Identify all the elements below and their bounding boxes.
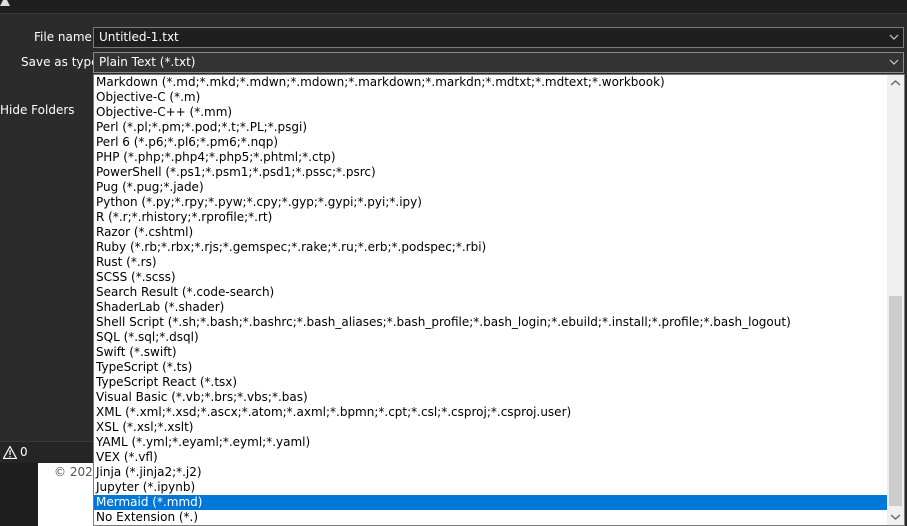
file-type-option[interactable]: SQL (*.sql;*.dsql) — [94, 330, 889, 345]
hide-folders-button[interactable]: Hide Folders — [0, 103, 75, 117]
file-type-option[interactable]: Markdown (*.md;*.mkd;*.mdwn;*.mdown;*.ma… — [94, 75, 889, 90]
file-type-option[interactable]: TypeScript React (*.tsx) — [94, 375, 889, 390]
status-bar: 0 — [0, 441, 93, 464]
file-type-option[interactable]: Shell Script (*.sh;*.bash;*.bashrc;*.bas… — [94, 315, 889, 330]
scroll-up-icon[interactable] — [887, 75, 904, 92]
file-type-option[interactable]: Razor (*.cshtml) — [94, 225, 889, 240]
file-type-option[interactable]: XSL (*.xsl;*.xslt) — [94, 420, 889, 435]
save-as-type-select[interactable]: Plain Text (*.txt) — [93, 52, 904, 73]
scrollbar-thumb[interactable] — [889, 296, 902, 506]
file-type-option[interactable]: Objective-C (*.m) — [94, 90, 889, 105]
file-type-option[interactable]: Swift (*.swift) — [94, 345, 889, 360]
file-type-option[interactable]: Python (*.py;*.rpy;*.pyw;*.cpy;*.gyp;*.g… — [94, 195, 889, 210]
file-type-option[interactable]: Ruby (*.rb;*.rbx;*.rjs;*.gemspec;*.rake;… — [94, 240, 889, 255]
warning-count[interactable]: 0 — [20, 445, 28, 459]
file-type-option[interactable]: Pug (*.pug;*.jade) — [94, 180, 889, 195]
file-type-option[interactable]: Jupyter (*.ipynb) — [94, 480, 889, 495]
file-name-label: File name: — [34, 30, 96, 44]
chevron-down-icon[interactable] — [887, 30, 901, 44]
file-type-dropdown-list[interactable]: Markdown (*.md;*.mkd;*.mdwn;*.mdown;*.ma… — [93, 74, 905, 526]
file-type-option[interactable]: Rust (*.rs) — [94, 255, 889, 270]
file-type-list: Markdown (*.md;*.mkd;*.mdwn;*.mdown;*.ma… — [94, 75, 889, 525]
file-type-option[interactable]: Search Result (*.code-search) — [94, 285, 889, 300]
file-type-option[interactable]: TypeScript (*.ts) — [94, 360, 889, 375]
file-type-option[interactable]: YAML (*.yml;*.eyaml;*.eyml;*.yaml) — [94, 435, 889, 450]
file-name-field[interactable]: Untitled-1.txt — [93, 27, 904, 48]
window-top-strip — [0, 0, 907, 14]
file-type-option[interactable]: ShaderLab (*.shader) — [94, 300, 889, 315]
file-type-option[interactable]: PowerShell (*.ps1;*.psm1;*.psd1;*.pssc;*… — [94, 165, 889, 180]
file-type-option[interactable]: Perl (*.pl;*.pm;*.pod;*.t;*.PL;*.psgi) — [94, 120, 889, 135]
warning-icon — [0, 0, 10, 6]
left-panel — [0, 128, 93, 441]
file-type-option[interactable]: Perl 6 (*.p6;*.pl6;*.pm6;*.nqp) — [94, 135, 889, 150]
save-as-type-value: Plain Text (*.txt) — [99, 55, 196, 69]
warning-icon[interactable] — [3, 446, 17, 459]
file-type-option[interactable]: XML (*.xml;*.xsd;*.ascx;*.atom;*.axml;*.… — [94, 405, 889, 420]
file-type-option[interactable]: SCSS (*.scss) — [94, 270, 889, 285]
file-type-option[interactable]: R (*.r;*.rhistory;*.rprofile;*.rt) — [94, 210, 889, 225]
file-type-option[interactable]: VEX (*.vfl) — [94, 450, 889, 465]
scroll-down-icon[interactable] — [887, 508, 904, 525]
chevron-down-icon[interactable] — [887, 55, 901, 69]
scrollbar[interactable] — [887, 75, 904, 525]
file-type-option[interactable]: Jinja (*.jinja2;*.j2) — [94, 465, 889, 480]
file-type-option[interactable]: Visual Basic (*.vb;*.brs;*.vbs;*.bas) — [94, 390, 889, 405]
save-as-type-label: Save as type: — [21, 55, 103, 69]
file-name-value: Untitled-1.txt — [99, 30, 179, 44]
file-type-option[interactable]: PHP (*.php;*.php4;*.php5;*.phtml;*.ctp) — [94, 150, 889, 165]
file-type-option[interactable]: Objective-C++ (*.mm) — [94, 105, 889, 120]
file-type-option[interactable]: No Extension (*.) — [94, 510, 889, 525]
editor-gutter — [0, 463, 38, 526]
file-type-option[interactable]: Mermaid (*.mmd) — [94, 495, 889, 510]
